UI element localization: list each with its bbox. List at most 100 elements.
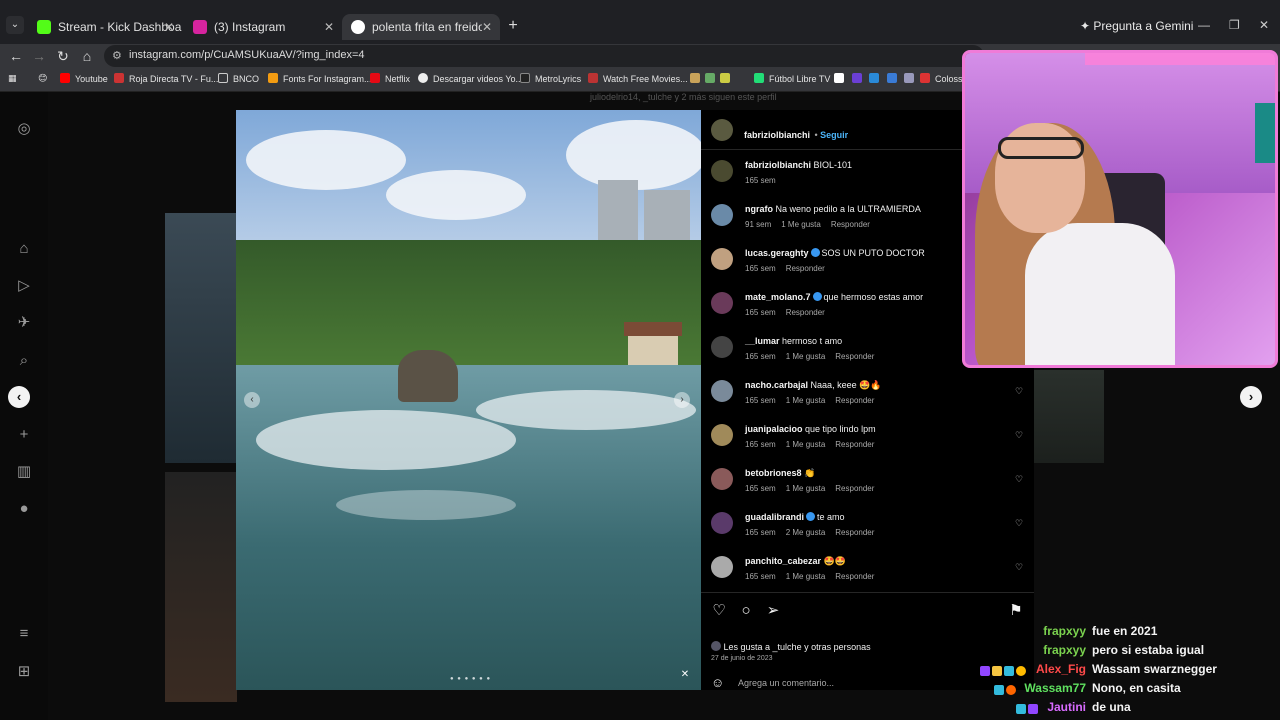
new-tab-button[interactable]: + xyxy=(504,18,522,36)
gemini-label: Pregunta a Gemini xyxy=(1093,19,1194,33)
commenter-username[interactable]: __lumar xyxy=(745,336,780,346)
back-icon[interactable]: ← xyxy=(6,47,26,65)
bookmark-metrolyrics[interactable]: MetroLyrics xyxy=(520,73,581,84)
emoji-bookmark[interactable]: 😊 xyxy=(38,73,47,84)
messages-icon[interactable]: ✈ xyxy=(15,314,33,332)
save-bookmark-icon[interactable]: ⚑ xyxy=(1008,603,1024,619)
gemini-button[interactable]: ✦ Pregunta a Gemini xyxy=(1080,19,1193,33)
comment-reply[interactable]: Responder xyxy=(835,396,874,405)
next-post-button[interactable]: › xyxy=(1240,386,1262,408)
mute-icon[interactable]: ✕ xyxy=(677,667,693,683)
commenter-avatar[interactable] xyxy=(711,248,733,270)
tab-search-button[interactable]: ⌄ xyxy=(6,16,24,34)
close-tab-icon[interactable]: ✕ xyxy=(324,14,334,40)
commenter-username[interactable]: mate_molano.7 xyxy=(745,292,811,302)
bookmark-misc[interactable] xyxy=(690,73,735,84)
close-window-icon[interactable]: ✕ xyxy=(1259,18,1269,32)
comment-likes[interactable]: 1 Me gusta xyxy=(786,572,826,581)
reload-icon[interactable]: ↻ xyxy=(53,47,73,65)
menu-icon[interactable]: ≡ xyxy=(15,625,33,643)
author-username[interactable]: fabriziolbianchi xyxy=(744,130,810,140)
comment-likes[interactable]: 1 Me gusta xyxy=(786,484,826,493)
maximize-icon[interactable]: ❐ xyxy=(1229,18,1240,32)
forward-icon[interactable]: → xyxy=(29,47,49,65)
commenter-avatar[interactable] xyxy=(711,336,733,358)
more-icon[interactable]: ⊞ xyxy=(15,663,33,681)
share-icon[interactable]: ➢ xyxy=(765,603,781,619)
comment-reply[interactable]: Responder xyxy=(835,572,874,581)
likes-summary[interactable]: Les gusta a _tulche y otras personas xyxy=(711,640,871,652)
follow-button[interactable]: Seguir xyxy=(820,130,848,140)
post-image[interactable]: ‹ › ● ● ● ● ● ● ✕ xyxy=(236,110,701,690)
address-bar[interactable]: ⚙ instagram.com/p/CuAMSUKuaAV/?img_index… xyxy=(104,45,984,67)
minimize-icon[interactable]: — xyxy=(1198,18,1210,32)
comment-reply[interactable]: Responder xyxy=(835,484,874,493)
commenter-avatar[interactable] xyxy=(711,204,733,226)
bookmark-descargar[interactable]: Descargar videos Yo... xyxy=(418,73,523,84)
tab-instagram[interactable]: (3) Instagram ✕ xyxy=(184,14,342,40)
stats-icon[interactable]: ▥ xyxy=(15,463,33,481)
reels-icon[interactable]: ▷ xyxy=(15,277,33,295)
commenter-avatar[interactable] xyxy=(711,160,733,182)
commenter-username[interactable]: lucas.geraghty xyxy=(745,248,809,258)
commenter-username[interactable]: fabriziolbianchi xyxy=(745,160,811,170)
photo-next-icon[interactable]: › xyxy=(674,392,690,408)
comment-likes[interactable]: 1 Me gusta xyxy=(781,220,821,229)
comment-likes[interactable]: 1 Me gusta xyxy=(786,352,826,361)
commenter-avatar[interactable] xyxy=(711,556,733,578)
comment-reply[interactable]: Responder xyxy=(835,352,874,361)
comment-like-heart-icon[interactable]: ♡ xyxy=(1015,430,1023,441)
commenter-username[interactable]: nacho.carbajal xyxy=(745,380,808,390)
previous-post-button[interactable]: ‹ xyxy=(8,386,30,408)
bookmark-futbol-libre[interactable]: Fútbol Libre TV xyxy=(754,73,830,84)
bookmark-netflix[interactable]: Netflix xyxy=(370,73,410,84)
commenter-username[interactable]: guadalibrandi xyxy=(745,512,804,522)
comment-reply[interactable]: Responder xyxy=(786,308,825,317)
create-icon[interactable]: + xyxy=(15,426,33,444)
bookmark-watch-free[interactable]: Watch Free Movies... xyxy=(588,73,688,84)
bookmark-bnco[interactable]: BNCO xyxy=(218,73,259,84)
commenter-avatar[interactable] xyxy=(711,512,733,534)
tab-google-search[interactable]: polenta frita en freidora de aire ✕ xyxy=(342,14,500,40)
comment-reply[interactable]: Responder xyxy=(835,440,874,449)
search-icon[interactable]: ⌕ xyxy=(15,352,33,370)
comment-input[interactable]: Agrega un comentario... xyxy=(738,678,834,688)
home-icon[interactable]: ⌂ xyxy=(77,47,97,65)
comment-like-heart-icon[interactable]: ♡ xyxy=(1015,386,1023,397)
bookmark-roja-directa[interactable]: Roja Directa TV - Fu... xyxy=(114,73,218,84)
comment-reply[interactable]: Responder xyxy=(831,220,870,229)
photo-prev-icon[interactable]: ‹ xyxy=(244,392,260,408)
comment-reply[interactable]: Responder xyxy=(786,264,825,273)
bookmark-fonts[interactable]: Fonts For Instagram... xyxy=(268,73,372,84)
commenter-username[interactable]: betobriones8 xyxy=(745,468,802,478)
commenter-username[interactable]: panchito_cabezar xyxy=(745,556,821,566)
tab-kick-dashboard[interactable]: Stream - Kick Dashboard ✕ xyxy=(28,14,182,40)
close-tab-icon[interactable]: ✕ xyxy=(164,14,174,40)
comment-text: BIOL-101 xyxy=(813,160,853,170)
site-info-icon[interactable]: ⚙ xyxy=(112,49,122,62)
commenter-avatar[interactable] xyxy=(711,424,733,446)
commenter-username[interactable]: ngrafo xyxy=(745,204,773,214)
commenter-username[interactable]: juanipalacioo xyxy=(745,424,803,434)
comment-like-heart-icon[interactable]: ♡ xyxy=(1015,518,1023,529)
avatar[interactable] xyxy=(711,119,733,141)
comment-reply[interactable]: Responder xyxy=(835,528,874,537)
instagram-logo-icon[interactable]: ◎ xyxy=(15,120,33,138)
like-heart-icon[interactable]: ♡ xyxy=(711,603,727,619)
comment-likes[interactable]: 1 Me gusta xyxy=(786,440,826,449)
commenter-avatar[interactable] xyxy=(711,292,733,314)
comment-likes[interactable]: 1 Me gusta xyxy=(786,396,826,405)
comment-icon[interactable]: ○ xyxy=(738,603,754,619)
profile-avatar-icon[interactable]: ● xyxy=(15,500,33,518)
comment-likes[interactable]: 2 Me gusta xyxy=(786,528,826,537)
home-icon[interactable]: ⌂ xyxy=(15,240,33,258)
commenter-avatar[interactable] xyxy=(711,468,733,490)
close-tab-icon[interactable]: ✕ xyxy=(482,14,492,40)
apps-icon[interactable]: ▦ xyxy=(8,73,17,84)
comment-like-heart-icon[interactable]: ♡ xyxy=(1015,562,1023,573)
comment-like-heart-icon[interactable]: ♡ xyxy=(1015,474,1023,485)
commenter-avatar[interactable] xyxy=(711,380,733,402)
bookmark-icons[interactable] xyxy=(834,73,919,84)
bookmark-youtube[interactable]: Youtube xyxy=(60,73,108,84)
emoji-icon[interactable]: ☺ xyxy=(711,675,724,690)
